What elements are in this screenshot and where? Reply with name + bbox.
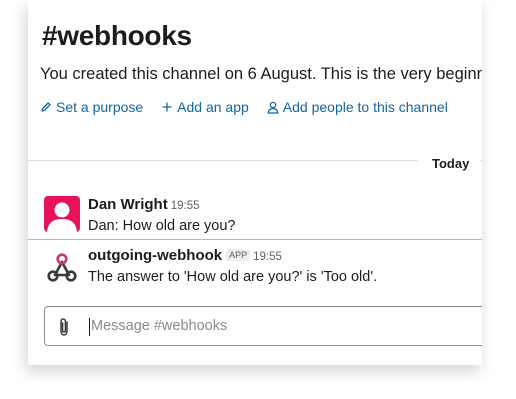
- set-purpose-label: Set a purpose: [56, 99, 144, 115]
- message-input[interactable]: [91, 316, 471, 336]
- date-divider-label: Today: [432, 156, 470, 171]
- channel-pane: #webhooks You created this channel on 6 …: [28, 0, 482, 365]
- message-author[interactable]: outgoing-webhook APP 19:55: [88, 247, 282, 264]
- author-name: outgoing-webhook: [88, 247, 223, 264]
- add-app-link[interactable]: Add an app: [161, 99, 249, 115]
- author-name: Dan Wright: [88, 196, 168, 213]
- pencil-icon: [41, 102, 51, 112]
- app-badge: APP: [226, 249, 251, 261]
- paperclip-icon[interactable]: [57, 317, 71, 337]
- text-cursor: [89, 318, 90, 336]
- user-silhouette-icon: [47, 202, 77, 232]
- webhook-icon[interactable]: [44, 249, 80, 285]
- message-time[interactable]: 19:55: [171, 200, 200, 212]
- date-divider-line-right: [480, 160, 482, 161]
- message-composer[interactable]: [44, 306, 482, 346]
- person-icon: [267, 101, 279, 114]
- message-author[interactable]: Dan Wright 19:55: [88, 196, 200, 213]
- channel-title: #webhooks: [42, 20, 192, 51]
- channel-actions: Set a purpose Add an app Add people to t…: [40, 99, 466, 115]
- new-message-line: [28, 239, 482, 240]
- message-text: The answer to 'How old are you?' is 'Too…: [88, 269, 378, 285]
- avatar[interactable]: [44, 196, 80, 232]
- message-text: Dan: How old are you?: [88, 218, 236, 234]
- channel-intro: You created this channel on 6 August. Th…: [40, 65, 482, 83]
- plus-icon: [162, 102, 172, 112]
- add-people-link[interactable]: Add people to this channel: [267, 99, 448, 115]
- add-people-label: Add people to this channel: [282, 99, 448, 115]
- date-divider-line: [28, 160, 418, 161]
- set-purpose-link[interactable]: Set a purpose: [40, 99, 143, 115]
- add-app-label: Add an app: [177, 99, 249, 115]
- message-time[interactable]: 19:55: [253, 251, 282, 263]
